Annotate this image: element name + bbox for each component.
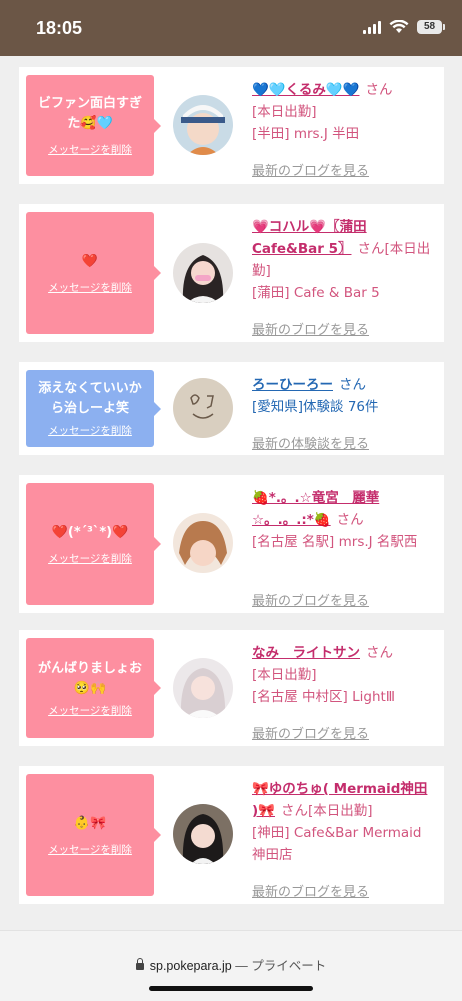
cast-name-link[interactable]: 💗コハル💗〖蒲田Cafe&Bar 5〗: [252, 219, 367, 257]
message-text: 添えなくていいから治しーよ笑: [38, 381, 142, 416]
cellular-signal-icon: [363, 20, 381, 34]
url-text: sp.pokepara.jp: [149, 959, 232, 973]
honorific: さん: [365, 82, 393, 98]
message-card: ❤️ メッセージを削除 💗コハル💗〖蒲田Cafe&Bar 5〗 さん[本日出勤] …: [19, 204, 444, 342]
message-text: がんばりましょお🥺🙌: [37, 660, 142, 696]
wifi-icon: [389, 20, 409, 33]
message-text: ❤️(*´³`*)❤️: [51, 524, 129, 540]
avatar[interactable]: [173, 95, 233, 155]
delete-message-link[interactable]: メッセージを削除: [48, 551, 132, 566]
message-bubble: ビファン面白すぎた🥰🩵 メッセージを削除: [26, 75, 161, 176]
status-time: 18:05: [36, 18, 83, 38]
delete-message-link[interactable]: メッセージを削除: [48, 423, 132, 438]
cast-status: [本日出勤]: [252, 667, 317, 683]
message-card: ビファン面白すぎた🥰🩵 メッセージを削除 💙🩵くるみ🩵💙 さん [本日出勤] [半…: [19, 67, 444, 184]
delete-message-link[interactable]: メッセージを削除: [48, 142, 132, 157]
honorific: さん: [339, 377, 366, 393]
cast-name-link[interactable]: 💙🩵くるみ🩵💙: [252, 82, 359, 98]
status-bar: 18:05 58: [0, 0, 462, 56]
message-card: ❤️(*´³`*)❤️ メッセージを削除 🍓*.。.☆竜宮 麗華☆。.。.:*🍓…: [19, 475, 444, 613]
avatar[interactable]: [173, 804, 233, 864]
honorific: さん: [366, 645, 393, 661]
honorific: さん[本日出勤]: [280, 803, 373, 819]
private-mode-label: — プライベート: [235, 959, 327, 973]
avatar[interactable]: [173, 378, 233, 438]
message-bubble: 添えなくていいから治しーよ笑 メッセージを削除: [26, 370, 161, 447]
home-indicator[interactable]: [149, 986, 313, 991]
avatar[interactable]: [173, 658, 233, 718]
message-card: 👶🎀 メッセージを削除 🎀ゆのちゅ( Mermaid神田 )🎀 さん[本日出勤] …: [19, 766, 444, 904]
browser-bottom-bar: sp.pokepara.jp — プライベート: [0, 930, 462, 1001]
latest-blog-link[interactable]: 最新のブログを見る: [252, 320, 369, 342]
message-text: ❤️: [81, 253, 99, 269]
review-count: [愛知県]体験談 76件: [252, 399, 379, 415]
message-card: がんばりましょお🥺🙌 メッセージを削除 なみ ライトサン さん [本日出勤] [名…: [19, 630, 444, 746]
message-card: 添えなくていいから治しーよ笑 メッセージを削除 ろーひーろー さん [愛知県]体験…: [19, 362, 444, 455]
latest-review-link[interactable]: 最新の体験談を見る: [252, 434, 369, 456]
cast-status: [本日出勤]: [252, 104, 317, 120]
message-text: 👶🎀: [73, 815, 107, 831]
cast-shop: [名古屋 名駅] mrs.J 名駅西: [252, 534, 418, 550]
cast-shop: [蒲田] Cafe & Bar 5: [252, 285, 380, 301]
message-text: ビファン面白すぎた🥰🩵: [37, 96, 142, 131]
delete-message-link[interactable]: メッセージを削除: [48, 280, 132, 295]
cast-name-link[interactable]: ろーひーろー: [252, 377, 333, 393]
cast-shop: [半田] mrs.J 半田: [252, 126, 360, 142]
cast-shop: [神田] Cafe&Bar Mermaid 神田店: [252, 825, 422, 863]
avatar[interactable]: [173, 243, 233, 303]
honorific: さん: [336, 512, 364, 528]
cast-shop: [名古屋 中村区] LightⅢ: [252, 689, 396, 705]
latest-blog-link[interactable]: 最新のブログを見る: [252, 724, 369, 746]
delete-message-link[interactable]: メッセージを削除: [48, 842, 132, 857]
latest-blog-link[interactable]: 最新のブログを見る: [252, 161, 369, 183]
message-bubble: がんばりましょお🥺🙌 メッセージを削除: [26, 638, 161, 738]
latest-blog-link[interactable]: 最新のブログを見る: [252, 882, 369, 904]
address-bar[interactable]: sp.pokepara.jp — プライベート: [0, 955, 462, 974]
message-bubble: ❤️ メッセージを削除: [26, 212, 161, 334]
message-bubble: ❤️(*´³`*)❤️ メッセージを削除: [26, 483, 161, 605]
lock-icon: [135, 958, 144, 970]
delete-message-link[interactable]: メッセージを削除: [48, 703, 132, 718]
message-bubble: 👶🎀 メッセージを削除: [26, 774, 161, 896]
latest-blog-link[interactable]: 最新のブログを見る: [252, 591, 369, 613]
avatar[interactable]: [173, 513, 233, 573]
battery-icon: 58: [417, 20, 445, 34]
cast-name-link[interactable]: なみ ライトサン: [252, 645, 360, 661]
